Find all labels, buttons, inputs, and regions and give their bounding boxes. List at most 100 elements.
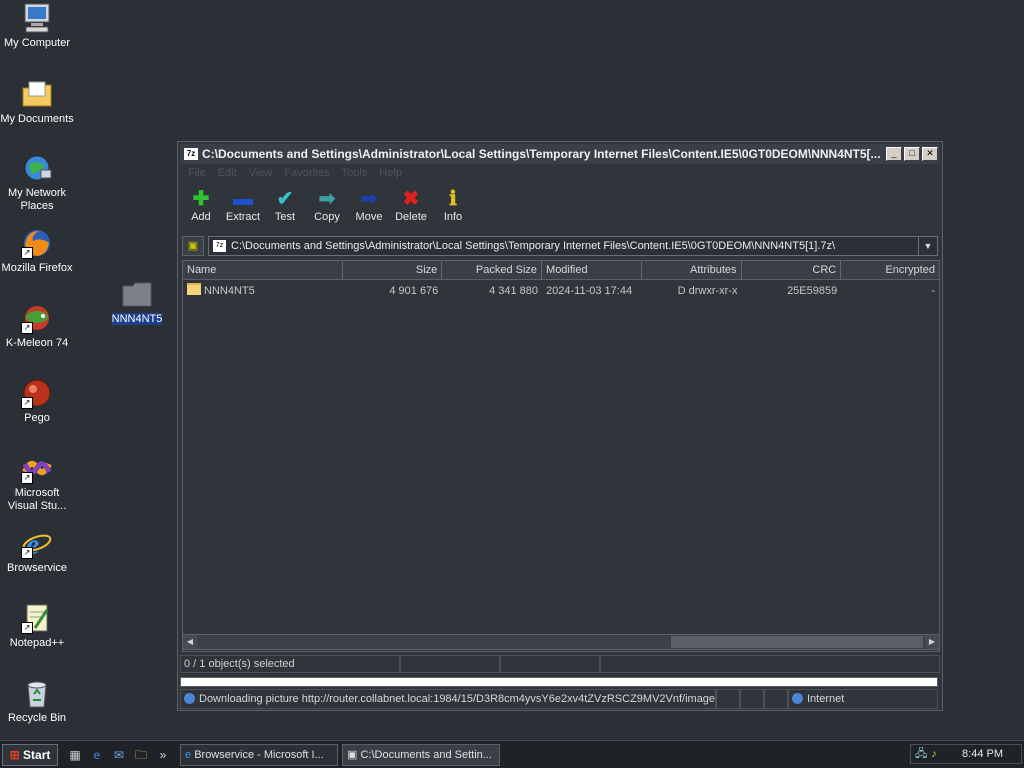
table-row[interactable]: NNN4NT5 4 901 676 4 341 880 2024-11-03 1… [183, 282, 939, 300]
column-crc[interactable]: CRC [742, 261, 842, 279]
desktop-icon-pego[interactable]: ↗ Pego [0, 377, 74, 425]
status-pane-2 [400, 655, 500, 673]
move-arrow-icon: ➡ [360, 188, 378, 210]
scroll-left-button[interactable]: ◀ [183, 635, 197, 649]
internet-explorer-icon: e ↗ [21, 527, 53, 561]
copy-arrow-icon: ➡ [318, 188, 336, 210]
column-modified[interactable]: Modified [542, 261, 642, 279]
desktop-icon-my-computer[interactable]: My Computer [0, 2, 74, 50]
start-button[interactable]: ⊞ Start [2, 743, 58, 766]
menu-file[interactable]: File [188, 167, 206, 179]
security-zone: Internet [788, 689, 938, 709]
column-size[interactable]: Size [343, 261, 443, 279]
windows-logo-icon: ⊞ [9, 747, 20, 762]
desktop-icon-browservice[interactable]: e ↗ Browservice [0, 527, 74, 575]
taskbar: ⊞ Start ▦ e ✉ 🗀 » e Browservice - Micros… [0, 740, 1024, 768]
visual-studio-icon: ↗ [21, 452, 53, 484]
recycle-bin-icon [21, 677, 53, 709]
menu-view[interactable]: View [249, 167, 273, 179]
desktop-icon-label: NNN4NT5 [111, 313, 163, 325]
desktop-icon-visual-studio[interactable]: ↗ Microsoft Visual Stu... [0, 452, 74, 513]
taskbar-button-7zip[interactable]: ▣ C:\Documents and Settin... [342, 743, 500, 766]
browser-status-text: Downloading picture http://router.collab… [180, 689, 716, 709]
address-text: C:\Documents and Settings\Administrator\… [231, 240, 836, 252]
info-icon: ℹ [449, 188, 457, 210]
show-desktop-icon[interactable]: ▦ [66, 746, 84, 764]
browser-status-area: Downloading picture http://router.collab… [177, 677, 943, 711]
window-titlebar[interactable]: 7z C:\Documents and Settings\Administrat… [180, 144, 940, 164]
clock[interactable]: 8:44 PM [962, 748, 1003, 760]
desktop-icon-my-documents[interactable]: My Documents [0, 78, 74, 126]
add-button[interactable]: ✚ Add [180, 184, 222, 232]
desktop-icon-mozilla-firefox[interactable]: ↗ Mozilla Firefox [0, 227, 74, 275]
info-button[interactable]: ℹ Info [432, 184, 474, 232]
check-icon: ✔ [276, 188, 294, 210]
volume-tray-icon[interactable]: ♪ [931, 748, 937, 760]
menu-help[interactable]: Help [379, 167, 402, 179]
copy-button[interactable]: ➡ Copy [306, 184, 348, 232]
desktop-icon-recycle-bin[interactable]: Recycle Bin [0, 677, 74, 725]
folder-icon [121, 278, 153, 310]
file-list: Name Size Packed Size Modified Attribute… [182, 260, 940, 652]
column-packed-size[interactable]: Packed Size [442, 261, 543, 279]
folder-documents-icon [21, 78, 53, 110]
internet-zone-icon [792, 693, 803, 704]
internet-explorer-icon[interactable]: e [88, 746, 106, 764]
move-button[interactable]: ➡ Move [348, 184, 390, 232]
desktop-icon-label: Pego [24, 412, 50, 424]
menu-favorites[interactable]: Favorites [284, 167, 329, 179]
system-tray: 🖧 ♪ 8:44 PM [910, 744, 1022, 764]
maximize-button[interactable]: □ [904, 147, 920, 161]
address-bar: ▣ 7z C:\Documents and Settings\Administr… [182, 235, 938, 257]
desktop-icon-notepad-plus-plus[interactable]: ↗ Notepad++ [0, 602, 74, 650]
delete-button[interactable]: ✖ Delete [390, 184, 432, 232]
column-attributes[interactable]: Attributes [642, 261, 742, 279]
horizontal-scrollbar[interactable]: ◀ ▶ [182, 634, 940, 650]
address-field[interactable]: 7z C:\Documents and Settings\Administrat… [208, 236, 938, 256]
chevron-down-icon[interactable]: ▼ [918, 237, 937, 255]
move-label: Move [355, 211, 383, 223]
download-status-text: Downloading picture http://router.collab… [199, 693, 716, 705]
folder-search-icon[interactable]: 🗀 [132, 746, 150, 764]
download-progress-bar [180, 677, 938, 687]
archive-window: 7z C:\Documents and Settings\Administrat… [177, 141, 943, 711]
desktop-icon-nnn4nt5-folder[interactable]: NNN4NT5 [100, 278, 174, 326]
desktop-icon-my-network-places[interactable]: My Network Places [0, 152, 74, 213]
desktop-icon-label: Microsoft Visual Stu... [7, 487, 67, 512]
network-tray-icon[interactable]: 🖧 [915, 745, 927, 764]
task-label: C:\Documents and Settin... [360, 748, 492, 761]
column-name[interactable]: Name [183, 261, 343, 279]
plus-icon: ✚ [192, 188, 210, 210]
desktop-icon-label: Notepad++ [9, 637, 65, 649]
notepad-plus-plus-icon: ↗ [21, 602, 53, 634]
cell-packed-size: 4 341 880 [489, 285, 539, 297]
test-button[interactable]: ✔ Test [264, 184, 306, 232]
shortcut-arrow-icon: ↗ [21, 322, 33, 334]
task-label: Browservice - Microsoft I... [194, 748, 324, 761]
scrollbar-thumb[interactable] [671, 636, 923, 648]
desktop-icon-k-meleon[interactable]: ↗ K-Meleon 74 [0, 302, 74, 350]
up-folder-button[interactable]: ▣ [182, 236, 204, 256]
desktop-icon-label: My Documents [0, 113, 74, 125]
column-encrypted[interactable]: Encrypted [841, 261, 939, 279]
k-meleon-icon: ↗ [21, 302, 53, 334]
pego-icon: ↗ [21, 377, 53, 409]
shortcut-arrow-icon: ↗ [21, 397, 33, 409]
desktop-icon-label: Recycle Bin [7, 712, 67, 724]
close-button[interactable]: ✕ [922, 147, 938, 161]
7zip-app-icon: 7z [184, 148, 198, 160]
status-bar: 0 / 1 object(s) selected [180, 655, 940, 673]
menu-edit[interactable]: Edit [218, 167, 237, 179]
extract-button[interactable]: ▬ Extract [222, 184, 264, 232]
minus-icon: ▬ [233, 188, 253, 210]
info-label: Info [443, 211, 463, 223]
status-pane [764, 689, 788, 709]
selection-status: 0 / 1 object(s) selected [180, 655, 400, 673]
quick-launch-overflow-icon[interactable]: » [154, 746, 172, 764]
minimize-button[interactable]: _ [886, 147, 902, 161]
taskbar-button-browservice[interactable]: e Browservice - Microsoft I... [180, 743, 338, 766]
scroll-right-button[interactable]: ▶ [925, 635, 939, 649]
cell-name: NNN4NT5 [183, 282, 343, 300]
menu-tools[interactable]: Tools [342, 167, 368, 179]
outlook-express-icon[interactable]: ✉ [110, 746, 128, 764]
